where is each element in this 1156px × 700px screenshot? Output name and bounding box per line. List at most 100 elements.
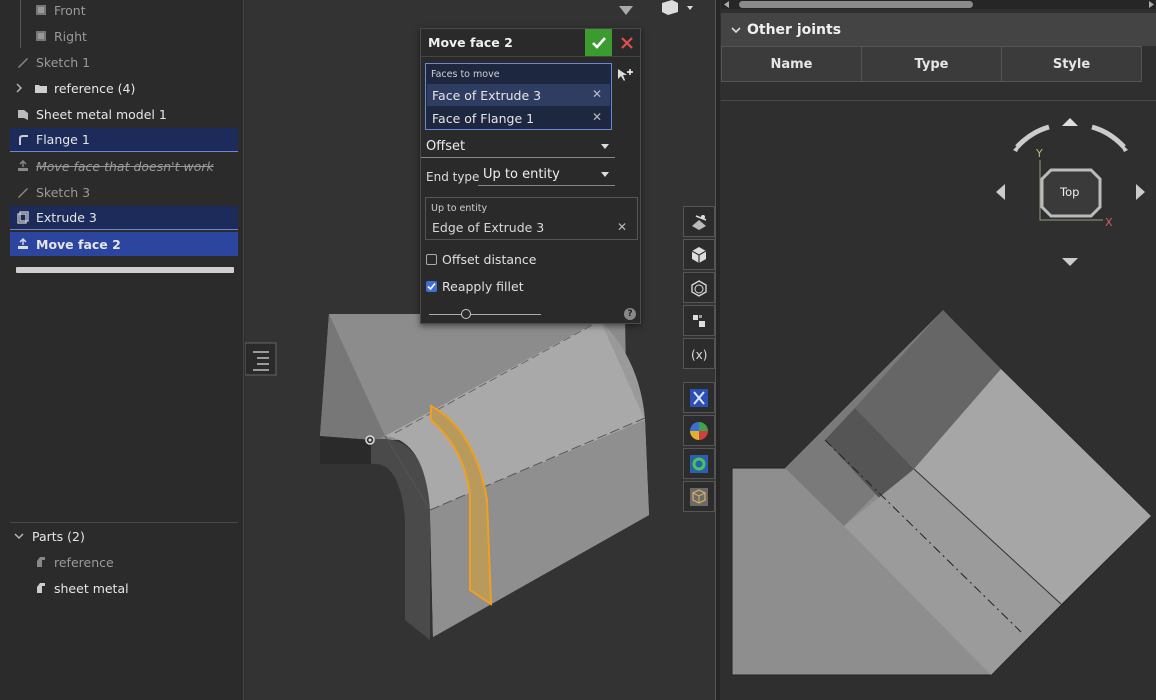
mate-connector-button[interactable]	[683, 382, 715, 413]
rollback-bar[interactable]	[16, 267, 234, 273]
section-view-button[interactable]	[683, 206, 715, 237]
up-to-entity-field[interactable]: Up to entity Edge of Extrude 3 ✕	[425, 197, 638, 240]
tree-item-label: Sketch 3	[36, 184, 91, 200]
tree-item-sketch-3[interactable]: Sketch 3	[10, 180, 238, 204]
sketch-icon	[16, 185, 30, 199]
tree-item-label: Flange 1	[36, 132, 90, 147]
face-list-item[interactable]: Face of Extrude 3 ✕	[427, 84, 610, 106]
remove-icon[interactable]: ✕	[617, 220, 627, 234]
move-face-icon	[16, 237, 30, 251]
chevron-right-icon[interactable]	[12, 81, 26, 95]
view-cube-top[interactable]: Top	[1060, 185, 1079, 199]
part-icon	[34, 581, 48, 595]
x-mate-icon	[690, 388, 708, 407]
remove-icon[interactable]: ✕	[592, 87, 602, 101]
up-to-entity-value: Edge of Extrude 3	[432, 220, 545, 235]
box-icon	[690, 487, 708, 506]
named-views-button[interactable]	[683, 305, 715, 336]
scroll-left-icon[interactable]	[724, 1, 730, 8]
offset-distance-option[interactable]: Offset distance	[426, 252, 537, 267]
tree-item-sheet-metal-model[interactable]: Sheet metal model 1	[10, 102, 238, 126]
other-joints-header[interactable]: Other joints	[721, 13, 1156, 46]
render-mode-button[interactable]	[683, 239, 715, 270]
tree-item-label: Extrude 3	[36, 210, 97, 225]
panel-splitter[interactable]	[715, 0, 720, 700]
horizontal-scrollbar[interactable]	[721, 0, 1156, 9]
extrude-icon	[16, 210, 30, 225]
offset-distance-checkbox[interactable]	[426, 254, 437, 265]
tree-item-move-face-2[interactable]: Move face 2	[10, 232, 238, 256]
tree-item-label: Front	[54, 2, 86, 18]
mode-select[interactable]: Offset	[421, 136, 615, 158]
tree-item-flange-1[interactable]: Flange 1	[10, 128, 238, 152]
panel-divider	[721, 100, 1156, 101]
chevron-down-icon[interactable]	[12, 529, 26, 543]
face-item-label: Face of Flange 1	[432, 110, 535, 126]
checkmark-icon	[591, 36, 606, 49]
tree-item-label: Sheet metal model 1	[36, 106, 167, 122]
preview-slider-handle[interactable]	[461, 309, 471, 319]
reapply-fillet-checkbox[interactable]	[426, 281, 437, 292]
grid-views-icon	[693, 314, 705, 327]
section-view-icon	[692, 214, 707, 230]
up-to-entity-label: Up to entity	[431, 203, 488, 214]
scrollbar-thumb[interactable]	[739, 1, 973, 8]
part-item-sheet-metal[interactable]: sheet metal	[10, 576, 238, 600]
mass-properties-button[interactable]	[683, 481, 715, 512]
tree-item-label: Move face 2	[36, 236, 121, 252]
end-type-select[interactable]: Up to entity	[478, 164, 615, 186]
appearance-button[interactable]	[683, 415, 715, 446]
flange-icon	[16, 133, 30, 147]
parts-header-label: Parts (2)	[32, 528, 85, 544]
tree-item-label: Sketch 1	[36, 54, 91, 70]
sheet-metal-icon	[16, 107, 30, 121]
right-panel: Other joints Name Type Style Top Y X	[721, 0, 1156, 700]
part-item-label: reference	[54, 554, 114, 570]
tree-item-reference-folder[interactable]: reference (4)	[10, 76, 238, 100]
column-header-type[interactable]: Type	[861, 46, 1002, 82]
flat-pattern-view[interactable]	[721, 102, 1156, 700]
tree-item-label: Move face that doesn't work	[36, 158, 214, 174]
sketch-icon	[16, 55, 30, 69]
tree-item-right[interactable]: Right	[10, 24, 238, 48]
move-face-dialog: Move face 2 Faces to move Face of Extrud…	[420, 28, 641, 324]
caret-down-icon	[601, 172, 609, 177]
faces-to-move-label: Faces to move	[431, 69, 500, 80]
tree-item-label: Right	[54, 28, 87, 44]
part-icon	[34, 555, 48, 569]
part-item-label: sheet metal	[54, 580, 129, 596]
chevron-down-icon	[731, 26, 741, 33]
axis-x-label: X	[1105, 216, 1113, 229]
end-type-label: End type	[426, 170, 480, 184]
view-options-button[interactable]	[683, 272, 715, 303]
preview-slider-track[interactable]	[429, 314, 541, 315]
tree-divider	[10, 522, 238, 523]
svg-text:(x): (x)	[691, 348, 707, 362]
tree-item-extrude-3[interactable]: Extrude 3	[10, 206, 238, 230]
reapply-fillet-option[interactable]: Reapply fillet	[426, 279, 524, 294]
ring-icon	[690, 454, 708, 473]
dialog-header: Move face 2	[421, 29, 640, 57]
checkmark-icon	[427, 282, 436, 291]
faces-to-move-field[interactable]: Faces to move Face of Extrude 3 ✕ Face o…	[425, 63, 612, 130]
folder-icon	[34, 81, 48, 95]
measure-button[interactable]	[683, 448, 715, 479]
help-icon[interactable]: ?	[624, 308, 636, 320]
variables-button[interactable]: (x)	[683, 338, 715, 369]
face-list-item[interactable]: Face of Flange 1 ✕	[427, 107, 610, 129]
mode-value: Offset	[426, 139, 466, 154]
plane-icon	[34, 29, 48, 43]
cancel-button[interactable]	[614, 29, 640, 56]
caret-down-icon	[601, 144, 609, 149]
face-item-label: Face of Extrude 3	[432, 87, 542, 103]
tree-item-front[interactable]: Front	[10, 0, 238, 22]
column-header-name[interactable]: Name	[721, 46, 862, 82]
part-item-reference[interactable]: reference	[10, 550, 238, 574]
scroll-right-icon[interactable]	[1149, 1, 1155, 8]
tree-item-sketch-1[interactable]: Sketch 1	[10, 50, 238, 74]
tree-item-move-face-suppressed[interactable]: Move face that doesn't work	[10, 154, 238, 178]
column-header-style[interactable]: Style	[1001, 46, 1142, 82]
remove-icon[interactable]: ✕	[592, 110, 602, 124]
parts-header[interactable]: Parts (2)	[10, 524, 238, 548]
accept-button[interactable]	[585, 29, 612, 56]
